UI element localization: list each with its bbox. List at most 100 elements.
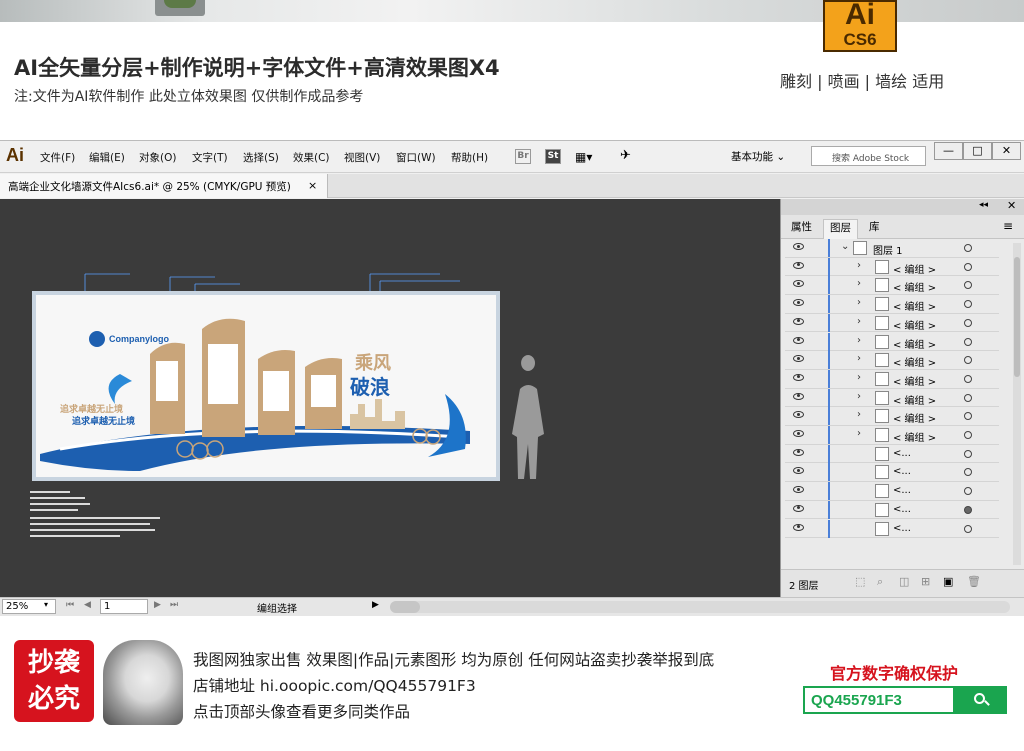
layer-target-icon[interactable] <box>964 244 972 252</box>
zoom-dropdown-icon[interactable]: ▾ <box>44 600 48 609</box>
layer-target-icon[interactable] <box>964 374 972 383</box>
stock-search-input[interactable]: 搜索 Adobe Stock <box>811 146 926 166</box>
gpu-performance-icon[interactable]: ✈ <box>620 148 631 163</box>
horizontal-scroll-thumb[interactable] <box>390 601 420 613</box>
panel-menu-icon[interactable]: ≡ <box>1003 219 1013 233</box>
visibility-eye-icon[interactable] <box>793 373 804 381</box>
layer-row[interactable]: <... <box>785 500 999 520</box>
visibility-eye-icon[interactable] <box>793 448 804 456</box>
menu-help[interactable]: 帮助(H) <box>451 150 488 165</box>
new-layer-icon[interactable]: ▣ <box>943 575 953 588</box>
expand-arrow-icon[interactable]: › <box>857 353 861 364</box>
prev-artboard-icon[interactable]: ◀ <box>84 600 91 610</box>
tab-libraries[interactable]: 库 <box>863 219 886 239</box>
visibility-eye-icon[interactable] <box>793 430 804 437</box>
artboard-number-field[interactable]: 1 <box>100 599 148 614</box>
close-tab-icon[interactable]: × <box>308 179 317 192</box>
expand-arrow-icon[interactable]: › <box>857 278 861 289</box>
layer-row[interactable]: <... <box>785 444 999 464</box>
layer-target-icon[interactable] <box>964 431 972 439</box>
layer-target-icon[interactable] <box>964 487 972 496</box>
bridge-button[interactable]: Br <box>515 149 531 164</box>
visibility-eye-icon[interactable] <box>793 355 804 363</box>
expand-arrow-icon[interactable]: › <box>857 391 861 402</box>
export-icon[interactable]: ⬚ <box>855 575 865 588</box>
trash-icon[interactable]: 🗑 <box>967 575 981 588</box>
layer-row[interactable]: › < 编组 > <box>785 426 999 445</box>
visibility-eye-icon[interactable] <box>793 523 804 531</box>
tab-layers[interactable]: 图层 <box>823 219 858 239</box>
menu-effect[interactable]: 效果(C) <box>293 150 330 165</box>
clip-mask-icon[interactable]: ◫ <box>899 575 909 588</box>
visibility-eye-icon[interactable] <box>793 299 804 307</box>
expand-arrow-icon[interactable]: › <box>857 297 861 308</box>
maximize-button[interactable]: □ <box>963 142 992 160</box>
visibility-eye-icon[interactable] <box>793 261 804 269</box>
menu-select[interactable]: 选择(S) <box>243 150 279 165</box>
visibility-eye-icon[interactable] <box>793 504 804 512</box>
expand-arrow-icon[interactable]: › <box>857 372 861 383</box>
layer-target-icon[interactable] <box>964 337 972 346</box>
layer-row[interactable]: › < 编组 > <box>785 313 999 333</box>
visibility-eye-icon[interactable] <box>793 392 804 400</box>
layer-row[interactable]: › < 编组 > <box>785 369 999 389</box>
arrange-documents-icon[interactable]: ▦▾ <box>575 150 592 164</box>
new-sublayer-icon[interactable]: ⊞ <box>921 575 930 588</box>
protection-search-button[interactable] <box>955 686 1007 714</box>
footer-shop-link[interactable]: 店铺地址 hi.ooopic.com/QQ455791F3 <box>193 674 476 696</box>
collapse-panel-icon[interactable]: ◂◂ <box>979 200 988 210</box>
layer-target-icon[interactable] <box>964 356 972 365</box>
minimize-button[interactable]: — <box>934 142 963 160</box>
menu-edit[interactable]: 编辑(E) <box>89 150 125 165</box>
layer-target-icon[interactable] <box>964 300 972 309</box>
visibility-eye-icon[interactable] <box>793 317 804 325</box>
layer-row[interactable]: › < 编组 > <box>785 295 999 314</box>
expand-arrow-icon[interactable]: › <box>857 316 861 327</box>
visibility-eye-icon[interactable] <box>793 411 804 419</box>
layer-target-icon[interactable] <box>964 449 972 458</box>
layers-scrollbar[interactable] <box>1013 243 1021 565</box>
first-artboard-icon[interactable]: ⏮ <box>66 600 74 610</box>
visibility-eye-icon[interactable] <box>793 336 804 344</box>
visibility-eye-icon[interactable] <box>793 243 804 250</box>
layer-target-icon[interactable] <box>964 412 972 421</box>
last-artboard-icon[interactable]: ⏭ <box>170 600 178 610</box>
protection-code-field[interactable]: QQ455791F3 <box>803 686 955 714</box>
expand-arrow-icon[interactable]: › <box>857 428 861 439</box>
artboard-canvas[interactable]: Companylogo 追求卓越无止境 追求卓越无止境 乘风 破浪 <box>0 199 780 597</box>
layers-scroll-thumb[interactable] <box>1014 257 1020 377</box>
layer-target-icon[interactable] <box>964 505 972 514</box>
visibility-eye-icon[interactable] <box>793 280 804 288</box>
menu-type[interactable]: 文字(T) <box>192 150 228 165</box>
layer-target-icon[interactable] <box>964 468 972 477</box>
menu-file[interactable]: 文件(F) <box>40 150 75 165</box>
layer-row[interactable]: › < 编组 > <box>785 351 999 370</box>
menu-window[interactable]: 窗口(W) <box>396 150 436 165</box>
close-panel-icon[interactable]: ✕ <box>1007 199 1016 212</box>
layer-row[interactable]: <... <box>785 463 999 483</box>
layer-row[interactable]: › < 编组 > <box>785 276 999 296</box>
next-artboard-icon[interactable]: ▶ <box>154 600 161 610</box>
menu-object[interactable]: 对象(O) <box>139 150 176 165</box>
visibility-eye-icon[interactable] <box>793 486 804 494</box>
layer-target-icon[interactable] <box>964 393 972 402</box>
visibility-eye-icon[interactable] <box>793 467 804 475</box>
layer-row[interactable]: › < 编组 > <box>785 407 999 426</box>
layer-target-icon[interactable] <box>964 281 972 290</box>
locate-object-icon[interactable]: ⌕ <box>877 575 883 589</box>
layer-target-icon[interactable] <box>964 262 972 271</box>
document-tab[interactable]: 高端企业文化墙源文件AIcs6.ai* @ 25% (CMYK/GPU 预览) <box>0 174 328 198</box>
horizontal-scrollbar[interactable] <box>390 601 1010 613</box>
expand-arrow-icon[interactable]: › <box>857 409 861 420</box>
stock-button[interactable]: St <box>545 149 561 164</box>
layer-row[interactable]: <... <box>785 519 999 539</box>
tab-properties[interactable]: 属性 <box>785 219 818 239</box>
layer-row[interactable]: <... <box>785 482 999 501</box>
layer-row-top[interactable]: ⌄ 图层 1 <box>785 239 999 258</box>
status-menu-icon[interactable]: ▶ <box>372 600 379 610</box>
layer-target-icon[interactable] <box>964 318 972 327</box>
expand-arrow-icon[interactable]: › <box>857 335 861 346</box>
expand-chevron-icon[interactable]: ⌄ <box>841 241 849 252</box>
expand-arrow-icon[interactable]: › <box>857 260 861 271</box>
menu-view[interactable]: 视图(V) <box>344 150 380 165</box>
